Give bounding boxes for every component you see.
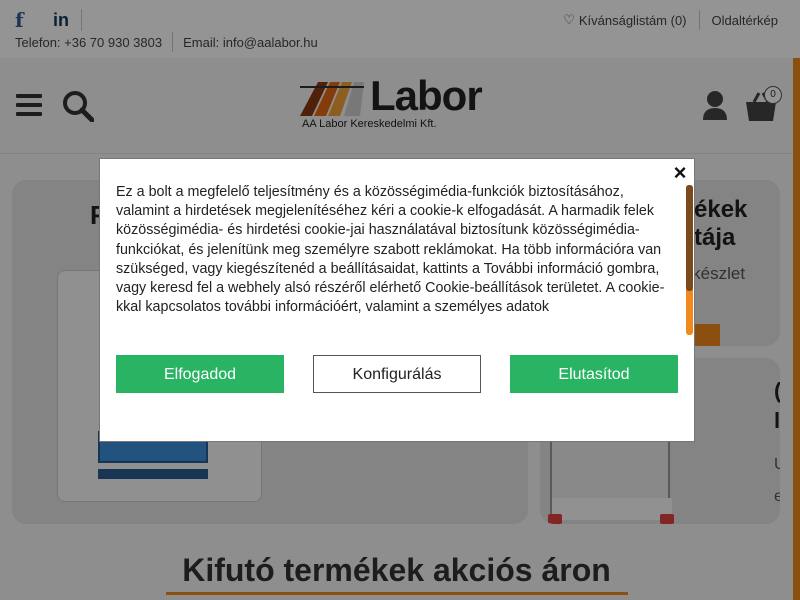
accept-cookies-button[interactable]: Elfogadod bbox=[116, 355, 284, 393]
close-icon[interactable]: × bbox=[668, 161, 692, 185]
reject-cookies-button[interactable]: Elutasítod bbox=[510, 355, 678, 393]
scrollbar-thumb[interactable] bbox=[686, 185, 693, 291]
dialog-scrollbar[interactable] bbox=[686, 185, 693, 335]
cookie-consent-text: Ez a bolt a megfelelő teljesítmény és a … bbox=[116, 184, 665, 316]
cookie-consent-dialog: × Ez a bolt a megfelelő teljesítmény és … bbox=[99, 158, 695, 442]
configure-cookies-button[interactable]: Konfigurálás bbox=[313, 355, 481, 393]
